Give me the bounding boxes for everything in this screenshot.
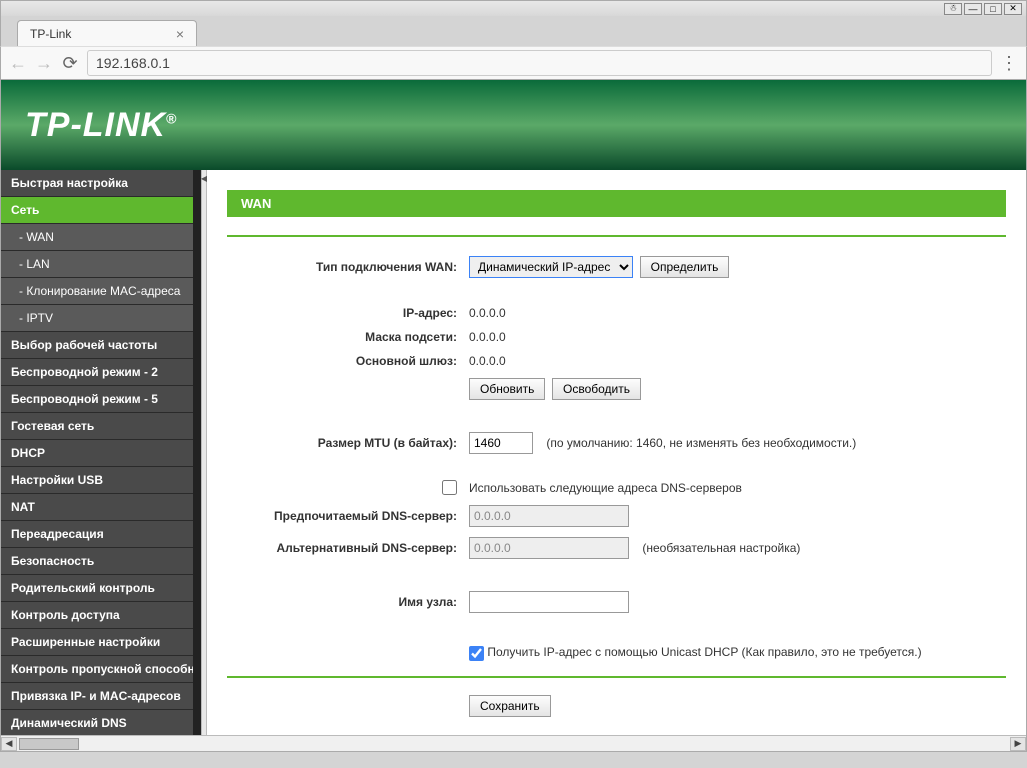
use-dns-label: Использовать следующие адреса DNS-сервер… [465,475,1006,500]
sidebar-item-2[interactable]: - WAN [1,224,201,251]
sidebar-item-14[interactable]: Безопасность [1,548,201,575]
ip-label: IP-адрес: [227,301,465,325]
reload-button[interactable]: ⟳ [61,53,79,74]
horizontal-scrollbar[interactable]: ◀ ▶ [1,735,1026,751]
tab-title: TP-Link [30,27,71,41]
address-bar[interactable]: 192.168.0.1 [87,50,992,76]
browser-tab-bar: TP-Link × [0,16,1027,46]
dns2-label: Альтернативный DNS-сервер: [227,532,465,564]
use-dns-checkbox[interactable] [442,480,457,495]
divider-bottom [227,676,1006,678]
mask-value: 0.0.0.0 [465,325,1006,349]
mask-label: Маска подсети: [227,325,465,349]
sidebar-item-19[interactable]: Привязка IP- и MAC-адресов [1,683,201,710]
sidebar-item-11[interactable]: Настройки USB [1,467,201,494]
sidebar-item-9[interactable]: Гостевая сеть [1,413,201,440]
back-button[interactable]: ← [9,53,27,74]
scroll-thumb[interactable] [19,738,79,750]
wan-form: Тип подключения WAN: Динамический IP-адр… [227,251,1006,666]
dns2-hint: (необязательная настройка) [642,541,800,555]
forward-button[interactable]: → [35,53,53,74]
sidebar: Быстрая настройкаСеть- WAN- LAN- Клониро… [1,170,201,751]
url-text: 192.168.0.1 [96,55,170,71]
mtu-hint: (по умолчанию: 1460, не изменять без нео… [546,436,856,450]
panel-title: WAN [227,190,1006,217]
sidebar-item-4[interactable]: - Клонирование MAC-адреса [1,278,201,305]
page-body: TP-LINK® Быстрая настройкаСеть- WAN- LAN… [0,80,1027,752]
dns1-input [469,505,629,527]
renew-button[interactable]: Обновить [469,378,545,400]
close-tab-icon[interactable]: × [176,26,184,42]
scroll-right-icon[interactable]: ▶ [1010,737,1026,751]
browser-toolbar: ← → ⟳ 192.168.0.1 ⋮ [0,46,1027,80]
sidebar-item-6[interactable]: Выбор рабочей частоты [1,332,201,359]
sidebar-item-10[interactable]: DHCP [1,440,201,467]
detect-button[interactable]: Определить [640,256,730,278]
sidebar-item-5[interactable]: - IPTV [1,305,201,332]
gw-label: Основной шлюз: [227,349,465,373]
sidebar-item-8[interactable]: Беспроводной режим - 5 [1,386,201,413]
save-button[interactable]: Сохранить [469,695,551,717]
sidebar-item-12[interactable]: NAT [1,494,201,521]
divider [227,235,1006,237]
sidebar-item-18[interactable]: Контроль пропускной способности [1,656,201,683]
sidebar-item-1[interactable]: Сеть [1,197,201,224]
sidebar-item-3[interactable]: - LAN [1,251,201,278]
browser-menu-icon[interactable]: ⋮ [1000,53,1018,74]
dns1-label: Предпочитаемый DNS-сервер: [227,500,465,532]
sidebar-item-13[interactable]: Переадресация [1,521,201,548]
minimize-button[interactable]: ― [964,3,982,15]
unicast-checkbox[interactable] [469,646,484,661]
unicast-label: Получить IP-адрес с помощью Unicast DHCP… [487,645,921,659]
sidebar-item-15[interactable]: Родительский контроль [1,575,201,602]
maximize-button[interactable]: □ [984,3,1002,15]
dns2-input [469,537,629,559]
brand-banner: TP-LINK® [1,80,1026,170]
mtu-label: Размер MTU (в байтах): [227,427,465,459]
sidebar-item-20[interactable]: Динамический DNS [1,710,201,737]
close-window-button[interactable]: ✕ [1004,3,1022,15]
conn-type-label: Тип подключения WAN: [227,251,465,283]
mtu-input[interactable] [469,432,533,454]
browser-tab[interactable]: TP-Link × [17,20,197,46]
release-button[interactable]: Освободить [552,378,641,400]
user-icon[interactable]: ☃ [944,3,962,15]
host-label: Имя узла: [227,586,465,618]
sidebar-item-16[interactable]: Контроль доступа [1,602,201,629]
scroll-left-icon[interactable]: ◀ [1,737,17,751]
host-input[interactable] [469,591,629,613]
brand-logo: TP-LINK® [25,106,177,145]
conn-type-select[interactable]: Динамический IP-адрес [469,256,633,278]
sidebar-scrollbar[interactable] [193,170,201,751]
sidebar-item-7[interactable]: Беспроводной режим - 2 [1,359,201,386]
os-titlebar: ☃ ― □ ✕ [0,0,1027,16]
sidebar-item-17[interactable]: Расширенные настройки [1,629,201,656]
main-panel: WAN Тип подключения WAN: Динамический IP… [207,170,1026,751]
ip-value: 0.0.0.0 [465,301,1006,325]
sidebar-item-0[interactable]: Быстрая настройка [1,170,201,197]
gw-value: 0.0.0.0 [465,349,1006,373]
